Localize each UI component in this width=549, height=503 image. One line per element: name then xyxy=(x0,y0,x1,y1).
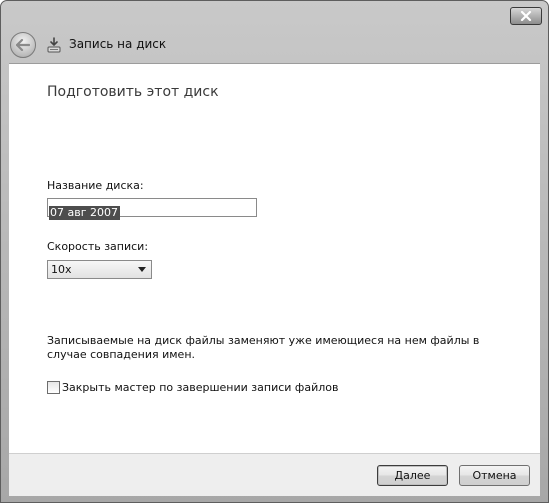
button-bar: Далее Отмена xyxy=(9,453,540,496)
next-button[interactable]: Далее xyxy=(377,465,448,486)
page-heading: Подготовить этот диск xyxy=(47,84,219,100)
write-speed-value: 10x xyxy=(51,263,72,276)
back-arrow-icon xyxy=(16,39,30,51)
info-text: Записываемые на диск файлы заменяют уже … xyxy=(47,334,480,361)
disc-name-input[interactable]: 07 авг 2007 xyxy=(47,198,257,220)
disc-burn-icon xyxy=(47,37,61,53)
dropdown-arrow-icon xyxy=(138,267,146,272)
disc-name-label: Название диска: xyxy=(47,179,144,192)
wizard-title: Запись на диск xyxy=(69,37,167,51)
content-area: Подготовить этот диск Название диска: 07… xyxy=(9,63,540,453)
navigation-bar: Запись на диск xyxy=(1,31,548,61)
disc-name-value: 07 авг 2007 xyxy=(49,206,120,220)
close-wizard-label: Закрыть мастер по завершении записи файл… xyxy=(62,380,339,394)
title-bar xyxy=(1,1,548,31)
wizard-window: Запись на диск Подготовить этот диск Наз… xyxy=(0,0,549,503)
write-speed-select[interactable]: 10x xyxy=(47,260,152,279)
back-button[interactable] xyxy=(10,32,36,58)
write-speed-label: Скорость записи: xyxy=(47,240,149,253)
close-icon xyxy=(520,11,532,21)
cancel-button[interactable]: Отмена xyxy=(459,465,530,486)
close-wizard-checkbox[interactable] xyxy=(47,380,60,394)
close-button[interactable] xyxy=(510,7,542,25)
close-wizard-option[interactable]: Закрыть мастер по завершении записи файл… xyxy=(47,380,338,394)
